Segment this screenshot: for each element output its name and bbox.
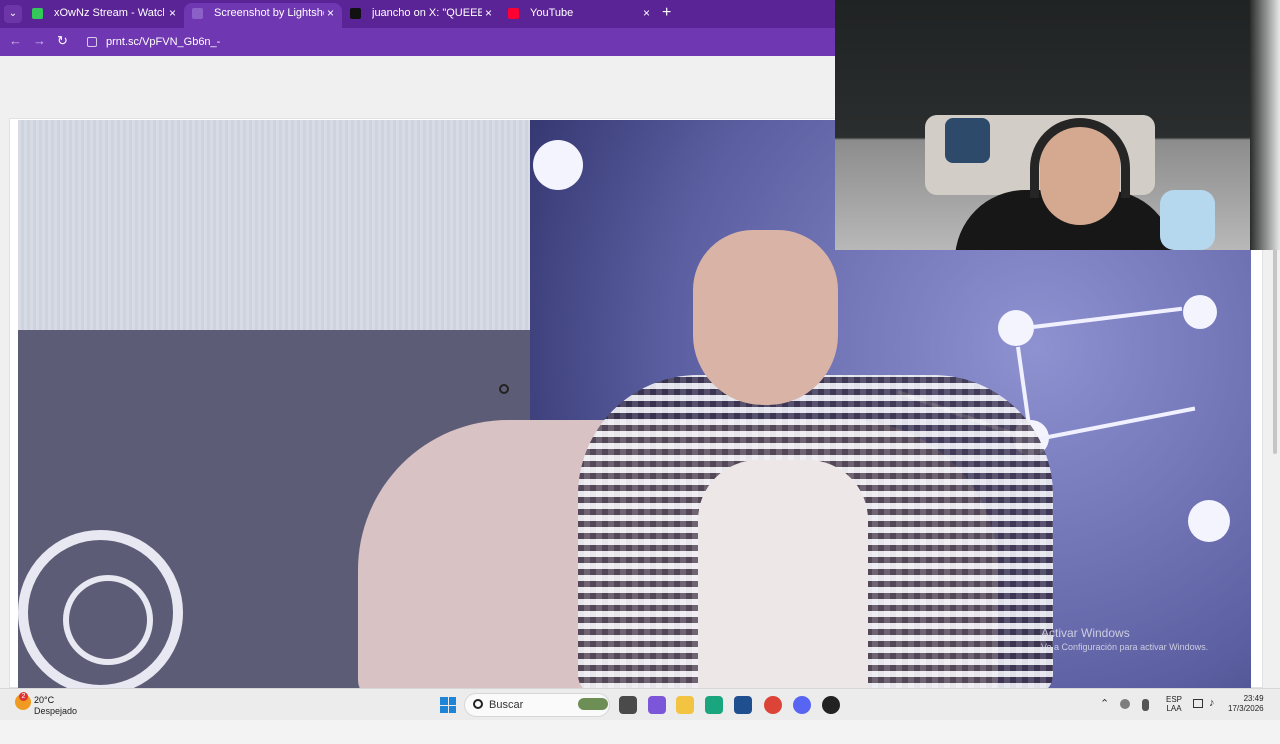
network-node [998,310,1034,346]
water-bottle [1160,190,1215,250]
network-node [1183,295,1217,329]
network-node [1188,500,1230,542]
back-button[interactable]: ← [9,33,22,48]
tab-search-button[interactable]: ⌄ [4,5,22,23]
kick-icon [32,8,43,19]
tab-title: Screenshot by Lightshot [214,7,324,19]
weather-badge: 2 [19,692,28,701]
close-tab-icon[interactable]: × [169,3,176,24]
tab-title: YouTube [530,7,574,19]
clock-date: 17/3/2026 [1228,704,1264,713]
globe-inner-ring [63,575,153,665]
language-indicator[interactable]: ESP LAA [1166,695,1182,713]
window-light [1250,0,1280,250]
game-widget-icon[interactable] [578,698,608,710]
tab-title: xOwNz Stream - Watch Live on [54,7,164,19]
address-bar[interactable]: prnt.sc/VpFVN_Gb6n_- [78,31,828,53]
discord-icon[interactable] [793,696,811,714]
page-header-area [0,56,835,110]
watermark-title: Activar Windows [1041,626,1130,640]
temperature[interactable]: 20°C [34,695,54,705]
language-code: ESP [1166,695,1183,704]
windows-taskbar: 2 20°C Despejado Buscar ⌃ ESP LAA ♪ 23:4… [0,688,1280,720]
watermark-subtitle: Ve a Configuración para activar Windows. [1041,642,1209,652]
site-info-icon[interactable] [87,37,97,47]
browser-toolbar: ← → ↻ prnt.sc/VpFVN_Gb6n_- [0,28,835,56]
windows-activation-watermark: Activar Windows Ve a Configuración para … [1041,626,1208,652]
close-tab-icon[interactable]: × [327,3,334,24]
x-icon [350,8,361,19]
clock-time: 23:49 [1243,694,1264,703]
windows-start-icon[interactable] [440,697,456,713]
search-icon [473,699,483,709]
tab-youtube[interactable]: YouTube × [500,3,658,28]
chrome-icon[interactable] [764,696,782,714]
close-tab-icon[interactable]: × [643,3,650,24]
microphone-icon[interactable] [1142,699,1149,711]
close-tab-icon[interactable]: × [485,3,492,24]
file-explorer-icon[interactable] [676,696,694,714]
pillow [945,118,990,163]
youtube-icon [508,8,519,19]
network-tray-icon[interactable] [1120,699,1130,709]
reload-button[interactable]: ↻ [57,33,68,49]
weather-description[interactable]: Despejado [34,706,77,716]
chevron-up-icon[interactable]: ⌃ [1100,697,1109,710]
tab-lightshot[interactable]: Screenshot by Lightshot × [184,3,342,28]
lightshot-icon [192,8,203,19]
tab-x[interactable]: juancho on X: "QUEEEE https:// × [342,3,500,28]
copilot-icon[interactable] [648,696,666,714]
streamer-webcam [835,0,1280,250]
keyboard-layout: LAA [1166,704,1182,713]
store-icon[interactable] [734,696,752,714]
network-node [533,140,583,190]
new-tab-button[interactable]: + [662,4,671,22]
white-screen-area [18,120,530,330]
url-text: prnt.sc/VpFVN_Gb6n_- [106,36,221,48]
edge-icon[interactable] [705,696,723,714]
system-clock[interactable]: 23:49 17/3/2026 [1228,694,1264,714]
chevron-down-icon: ⌄ [8,8,18,19]
tab-title: juancho on X: "QUEEEE https:// [372,7,482,19]
zoom-cursor-icon [499,384,509,394]
tab-xownz[interactable]: xOwNz Stream - Watch Live on × [24,3,184,28]
white-tshirt [698,460,868,688]
speaker-icon[interactable]: ♪ [1209,697,1215,709]
forward-button[interactable]: → [33,33,46,48]
search-placeholder: Buscar [489,699,524,711]
person-head [693,230,838,405]
obs-icon[interactable] [822,696,840,714]
display-icon[interactable] [1193,699,1203,708]
task-view-icon[interactable] [619,696,637,714]
